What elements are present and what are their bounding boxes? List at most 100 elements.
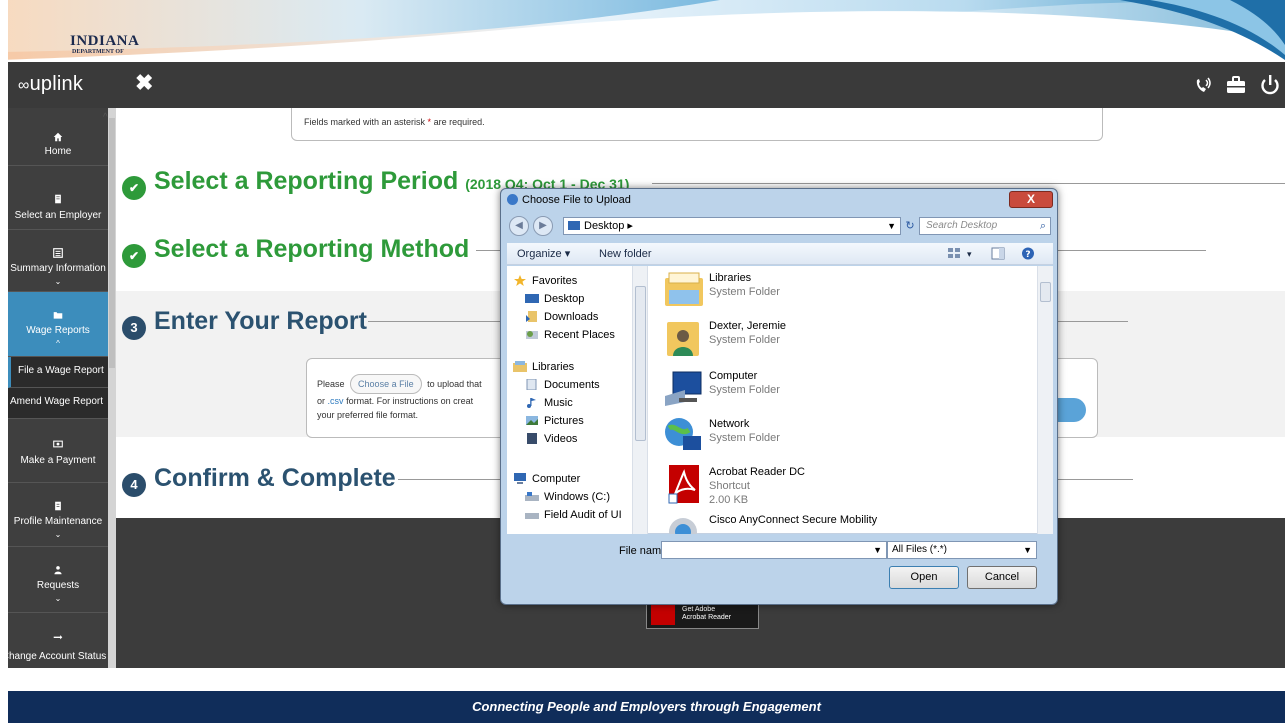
- file-list-scrollbar-thumb[interactable]: [1040, 282, 1051, 302]
- browser-icon: [507, 194, 518, 205]
- csv-format-link[interactable]: .csv: [328, 396, 344, 406]
- tree-item-downloads[interactable]: Downloads: [525, 308, 598, 326]
- sidebar-item-profile[interactable]: Profile Maintenance ⌄: [8, 483, 108, 547]
- uplink-logo[interactable]: ∞uplink: [18, 73, 83, 97]
- refresh-icon[interactable]: ↻: [903, 217, 917, 235]
- dialog-close-button[interactable]: X: [1009, 191, 1053, 208]
- svg-text:?: ?: [1025, 250, 1030, 260]
- upload-text: format. For instructions on creat: [346, 396, 474, 406]
- tree-item-pictures[interactable]: Pictures: [525, 412, 584, 430]
- sidebar-item-requests[interactable]: Requests ⌄: [8, 547, 108, 613]
- agency-logo-subtitle: DEPARTMENT OF: [72, 49, 124, 55]
- dropdown-arrow-icon[interactable]: ▼: [887, 218, 896, 234]
- tree-item-libraries[interactable]: Libraries: [513, 358, 574, 376]
- tree-label: Music: [544, 397, 573, 409]
- tree-item-videos[interactable]: Videos: [525, 430, 577, 448]
- help-icon[interactable]: ?: [1021, 247, 1035, 260]
- search-input[interactable]: Search Desktop ⌕: [919, 217, 1051, 235]
- acrobat-reader-icon: [668, 465, 699, 504]
- tree-label: Documents: [544, 379, 600, 391]
- file-item-libraries[interactable]: Libraries System Folder: [663, 268, 1023, 314]
- file-size: 2.00 KB: [709, 494, 749, 506]
- tree-item-windows-c[interactable]: Windows (C:): [525, 488, 610, 506]
- sidebar-item-change-status[interactable]: Change Account Status: [8, 613, 108, 668]
- tree-label: Recent Places: [544, 329, 615, 341]
- forward-button[interactable]: ▶: [533, 216, 553, 236]
- dropdown-arrow-icon[interactable]: ▼: [1023, 542, 1032, 558]
- organize-menu[interactable]: Organize ▾: [517, 243, 570, 265]
- file-name-input[interactable]: ▼: [661, 541, 887, 559]
- sidebar-subitem-amend-wage-report[interactable]: Amend Wage Report: [8, 388, 108, 419]
- view-options-icon[interactable]: [947, 247, 961, 260]
- tree-item-computer[interactable]: Computer: [513, 470, 580, 488]
- money-icon: [53, 440, 63, 448]
- star-icon: [514, 275, 526, 286]
- file-name: Libraries: [709, 272, 752, 284]
- back-button[interactable]: ◀: [509, 216, 529, 236]
- sidebar-item-label: Home: [44, 146, 72, 157]
- sidebar-item-summary[interactable]: Summary Information ⌄: [8, 230, 108, 292]
- open-button[interactable]: Open: [889, 566, 959, 589]
- choose-file-button[interactable]: Choose a File: [350, 374, 422, 394]
- scroll-up-arrow-icon[interactable]: ^: [103, 112, 113, 123]
- file-type: System Folder: [709, 286, 780, 298]
- new-folder-button[interactable]: New folder: [599, 243, 652, 265]
- preview-pane-icon[interactable]: [991, 247, 1005, 260]
- acrobat-icon: [651, 605, 675, 625]
- file-list-scrollbar[interactable]: [1037, 266, 1053, 534]
- upload-text: or: [317, 396, 326, 406]
- sidebar-item-label: Profile Maintenance: [13, 516, 103, 527]
- sidebar-scrollbar-thumb[interactable]: [109, 118, 115, 368]
- dropdown-arrow-icon[interactable]: ▼: [873, 542, 882, 558]
- user-folder-icon: [667, 322, 699, 356]
- sidebar-subitem-file-wage-report[interactable]: File a Wage Report: [8, 357, 108, 388]
- briefcase-icon[interactable]: [1224, 74, 1248, 96]
- tree-item-favorites[interactable]: Favorites: [513, 272, 577, 290]
- dialog-title: Choose File to Upload: [507, 194, 631, 206]
- sidebar-item-make-payment[interactable]: Make a Payment: [8, 419, 108, 483]
- step-title: Select a Reporting Method: [154, 235, 470, 263]
- power-icon[interactable]: [1258, 74, 1282, 96]
- desktop-icon: [525, 294, 539, 303]
- sidebar-scrollbar[interactable]: [108, 108, 116, 668]
- view-dropdown-icon[interactable]: ▾: [967, 243, 972, 265]
- address-bar[interactable]: Desktop ▸ ▼: [563, 217, 901, 235]
- computer-icon: [665, 371, 702, 406]
- cancel-button[interactable]: Cancel: [967, 566, 1037, 589]
- recent-places-icon: [526, 331, 538, 339]
- chevron-down-icon: ⌄: [54, 594, 62, 603]
- file-item-cisco-anyconnect[interactable]: Cisco AnyConnect Secure Mobility: [663, 510, 1023, 534]
- sidebar-item-home[interactable]: Home: [8, 108, 108, 166]
- tree-scrollbar[interactable]: [632, 266, 648, 534]
- tree-item-recent-places[interactable]: Recent Places: [525, 326, 615, 344]
- tree-scrollbar-thumb[interactable]: [635, 286, 646, 441]
- file-type: Shortcut: [709, 480, 750, 492]
- step-number-badge: 3: [122, 316, 146, 340]
- dialog-title-text: Choose File to Upload: [522, 194, 631, 206]
- sidebar-item-label: Make a Payment: [20, 455, 96, 466]
- divider: [652, 183, 1285, 184]
- file-item-user-folder[interactable]: Dexter, Jeremie System Folder: [663, 316, 1023, 362]
- sidebar-item-label: Select an Employer: [14, 210, 102, 221]
- folder-icon: [53, 312, 63, 319]
- libraries-icon: [513, 361, 527, 372]
- phone-icon[interactable]: [1191, 74, 1215, 96]
- file-type-select[interactable]: All Files (*.*) ▼: [887, 541, 1037, 559]
- sidebar-item-label: Wage Reports: [26, 325, 90, 336]
- upload-text: Please: [317, 379, 345, 389]
- file-name: Computer: [709, 370, 758, 382]
- tree-item-desktop[interactable]: Desktop: [525, 290, 584, 308]
- sidebar-item-select-employer[interactable]: Select an Employer: [8, 166, 108, 230]
- tree-item-field-audit[interactable]: Field Audit of UI: [525, 506, 622, 524]
- file-item-acrobat-shortcut[interactable]: Acrobat Reader DC Shortcut 2.00 KB: [663, 462, 1023, 508]
- tree-item-music[interactable]: Music: [525, 394, 573, 412]
- close-menu-icon[interactable]: ✖: [135, 71, 153, 95]
- file-item-network[interactable]: Network System Folder: [663, 414, 1023, 460]
- dialog-nav-row: ◀ ▶ Desktop ▸ ▼ ↻ Search Desktop ⌕: [507, 214, 1053, 238]
- file-item-computer[interactable]: Computer System Folder: [663, 366, 1023, 412]
- step-reporting-method[interactable]: ✔ Select a Reporting Method: [122, 234, 469, 268]
- get-adobe-reader-badge[interactable]: Get Adobe Acrobat Reader: [646, 601, 759, 629]
- sidebar-item-wage-reports[interactable]: Wage Reports ^: [8, 292, 108, 357]
- tree-item-documents[interactable]: Documents: [525, 376, 600, 394]
- search-icon[interactable]: ⌕: [1040, 218, 1046, 234]
